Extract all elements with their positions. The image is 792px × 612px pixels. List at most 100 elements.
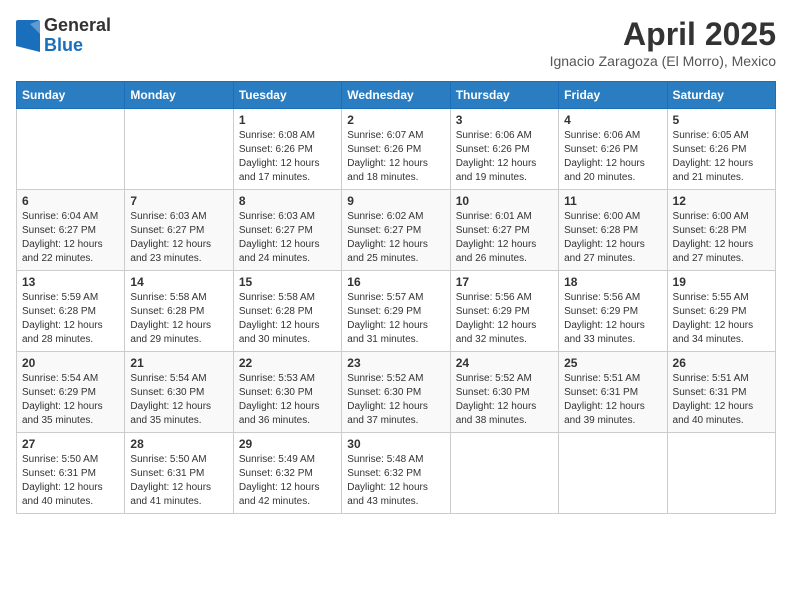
day-info: Sunrise: 5:50 AMSunset: 6:31 PMDaylight:… xyxy=(22,453,119,509)
calendar-cell xyxy=(559,433,667,514)
logo: General Blue xyxy=(16,16,111,56)
day-number: 26 xyxy=(673,356,770,370)
day-number: 18 xyxy=(564,275,661,289)
calendar-cell: 1Sunrise: 6:08 AMSunset: 6:26 PMDaylight… xyxy=(233,109,341,190)
calendar-cell: 25 Sunrise: 5:51 AMSunset: 6:31 PMDayligh… xyxy=(559,352,667,433)
day-number: 7 xyxy=(130,194,227,208)
day-info: Sunrise: 6:06 AMSunset: 6:26 PMDaylight:… xyxy=(564,129,661,185)
day-number: 28 xyxy=(130,437,227,451)
day-number: 12 xyxy=(673,194,770,208)
weekday-header-sunday: Sunday xyxy=(17,82,125,109)
calendar-cell: 14 Sunrise: 5:58 AMSunset: 6:28 PMDayligh… xyxy=(125,271,233,352)
day-info: Sunrise: 5:48 AMSunset: 6:32 PMDaylight:… xyxy=(347,453,444,509)
day-number: 10 xyxy=(456,194,553,208)
day-info: Sunrise: 5:51 AMSunset: 6:31 PMDaylight:… xyxy=(673,372,770,428)
calendar-cell xyxy=(17,109,125,190)
calendar-cell: 26 Sunrise: 5:51 AMSunset: 6:31 PMDayligh… xyxy=(667,352,775,433)
day-number: 21 xyxy=(130,356,227,370)
calendar-cell: 20 Sunrise: 5:54 AMSunset: 6:29 PMDayligh… xyxy=(17,352,125,433)
calendar-cell: 19 Sunrise: 5:55 AMSunset: 6:29 PMDayligh… xyxy=(667,271,775,352)
weekday-header-friday: Friday xyxy=(559,82,667,109)
calendar-cell: 18Sunrise: 5:56 AMSunset: 6:29 PMDayligh… xyxy=(559,271,667,352)
calendar-cell: 23 Sunrise: 5:52 AMSunset: 6:30 PMDayligh… xyxy=(342,352,450,433)
day-number: 29 xyxy=(239,437,336,451)
calendar-cell: 6 Sunrise: 6:04 AMSunset: 6:27 PMDaylight… xyxy=(17,190,125,271)
calendar-cell: 10 Sunrise: 6:01 AMSunset: 6:27 PMDayligh… xyxy=(450,190,558,271)
title-block: April 2025 Ignacio Zaragoza (El Morro), … xyxy=(550,16,776,69)
calendar-cell: 7 Sunrise: 6:03 AMSunset: 6:27 PMDaylight… xyxy=(125,190,233,271)
calendar-cell: 24Sunrise: 5:52 AMSunset: 6:30 PMDayligh… xyxy=(450,352,558,433)
day-number: 22 xyxy=(239,356,336,370)
calendar-cell xyxy=(667,433,775,514)
calendar-cell: 4Sunrise: 6:06 AMSunset: 6:26 PMDaylight… xyxy=(559,109,667,190)
day-number: 30 xyxy=(347,437,444,451)
day-info: Sunrise: 5:51 AMSunset: 6:31 PMDaylight:… xyxy=(564,372,661,428)
calendar-week-4: 20 Sunrise: 5:54 AMSunset: 6:29 PMDayligh… xyxy=(17,352,776,433)
day-number: 25 xyxy=(564,356,661,370)
calendar-cell: 28Sunrise: 5:50 AMSunset: 6:31 PMDayligh… xyxy=(125,433,233,514)
calendar: SundayMondayTuesdayWednesdayThursdayFrid… xyxy=(16,81,776,514)
calendar-week-3: 13Sunrise: 5:59 AMSunset: 6:28 PMDayligh… xyxy=(17,271,776,352)
day-info: Sunrise: 6:08 AMSunset: 6:26 PMDaylight:… xyxy=(239,129,336,185)
day-number: 15 xyxy=(239,275,336,289)
day-number: 9 xyxy=(347,194,444,208)
day-info: Sunrise: 5:54 AMSunset: 6:29 PMDaylight:… xyxy=(22,372,119,428)
day-info: Sunrise: 6:00 AMSunset: 6:28 PMDaylight:… xyxy=(673,210,770,266)
day-number: 6 xyxy=(22,194,119,208)
calendar-cell: 22 Sunrise: 5:53 AMSunset: 6:30 PMDayligh… xyxy=(233,352,341,433)
calendar-cell: 16 Sunrise: 5:57 AMSunset: 6:29 PMDayligh… xyxy=(342,271,450,352)
day-number: 3 xyxy=(456,113,553,127)
day-info: Sunrise: 6:02 AMSunset: 6:27 PMDaylight:… xyxy=(347,210,444,266)
day-number: 8 xyxy=(239,194,336,208)
day-number: 2 xyxy=(347,113,444,127)
day-info: Sunrise: 5:58 AMSunset: 6:28 PMDaylight:… xyxy=(130,291,227,347)
day-info: Sunrise: 5:56 AMSunset: 6:29 PMDaylight:… xyxy=(456,291,553,347)
location: Ignacio Zaragoza (El Morro), Mexico xyxy=(550,53,776,69)
day-number: 23 xyxy=(347,356,444,370)
calendar-cell: 9 Sunrise: 6:02 AMSunset: 6:27 PMDaylight… xyxy=(342,190,450,271)
day-info: Sunrise: 6:03 AMSunset: 6:27 PMDaylight:… xyxy=(239,210,336,266)
day-info: Sunrise: 5:53 AMSunset: 6:30 PMDaylight:… xyxy=(239,372,336,428)
calendar-cell: 29Sunrise: 5:49 AMSunset: 6:32 PMDayligh… xyxy=(233,433,341,514)
day-number: 17 xyxy=(456,275,553,289)
calendar-week-5: 27 Sunrise: 5:50 AMSunset: 6:31 PMDayligh… xyxy=(17,433,776,514)
calendar-cell: 30 Sunrise: 5:48 AMSunset: 6:32 PMDayligh… xyxy=(342,433,450,514)
day-info: Sunrise: 5:55 AMSunset: 6:29 PMDaylight:… xyxy=(673,291,770,347)
logo-text: General Blue xyxy=(44,16,111,56)
calendar-cell xyxy=(125,109,233,190)
calendar-cell: 13Sunrise: 5:59 AMSunset: 6:28 PMDayligh… xyxy=(17,271,125,352)
calendar-cell: 21 Sunrise: 5:54 AMSunset: 6:30 PMDayligh… xyxy=(125,352,233,433)
weekday-header-row: SundayMondayTuesdayWednesdayThursdayFrid… xyxy=(17,82,776,109)
day-number: 20 xyxy=(22,356,119,370)
month-title: April 2025 xyxy=(550,16,776,53)
day-number: 16 xyxy=(347,275,444,289)
calendar-cell: 17 Sunrise: 5:56 AMSunset: 6:29 PMDayligh… xyxy=(450,271,558,352)
day-number: 27 xyxy=(22,437,119,451)
calendar-cell xyxy=(450,433,558,514)
day-number: 19 xyxy=(673,275,770,289)
day-info: Sunrise: 6:01 AMSunset: 6:27 PMDaylight:… xyxy=(456,210,553,266)
calendar-cell: 11 Sunrise: 6:00 AMSunset: 6:28 PMDayligh… xyxy=(559,190,667,271)
calendar-cell: 8 Sunrise: 6:03 AMSunset: 6:27 PMDaylight… xyxy=(233,190,341,271)
day-info: Sunrise: 5:52 AMSunset: 6:30 PMDaylight:… xyxy=(347,372,444,428)
day-info: Sunrise: 6:03 AMSunset: 6:27 PMDaylight:… xyxy=(130,210,227,266)
day-info: Sunrise: 6:00 AMSunset: 6:28 PMDaylight:… xyxy=(564,210,661,266)
calendar-cell: 3Sunrise: 6:06 AMSunset: 6:26 PMDaylight… xyxy=(450,109,558,190)
logo-blue: Blue xyxy=(44,36,111,56)
calendar-week-2: 6 Sunrise: 6:04 AMSunset: 6:27 PMDaylight… xyxy=(17,190,776,271)
weekday-header-monday: Monday xyxy=(125,82,233,109)
page-header: General Blue April 2025 Ignacio Zaragoza… xyxy=(16,16,776,69)
day-number: 14 xyxy=(130,275,227,289)
calendar-cell: 5Sunrise: 6:05 AMSunset: 6:26 PMDaylight… xyxy=(667,109,775,190)
calendar-week-1: 1Sunrise: 6:08 AMSunset: 6:26 PMDaylight… xyxy=(17,109,776,190)
calendar-cell: 27 Sunrise: 5:50 AMSunset: 6:31 PMDayligh… xyxy=(17,433,125,514)
day-number: 11 xyxy=(564,194,661,208)
calendar-cell: 12 Sunrise: 6:00 AMSunset: 6:28 PMDayligh… xyxy=(667,190,775,271)
day-info: Sunrise: 6:07 AMSunset: 6:26 PMDaylight:… xyxy=(347,129,444,185)
day-info: Sunrise: 5:52 AMSunset: 6:30 PMDaylight:… xyxy=(456,372,553,428)
day-info: Sunrise: 6:04 AMSunset: 6:27 PMDaylight:… xyxy=(22,210,119,266)
weekday-header-saturday: Saturday xyxy=(667,82,775,109)
day-info: Sunrise: 5:57 AMSunset: 6:29 PMDaylight:… xyxy=(347,291,444,347)
day-info: Sunrise: 5:54 AMSunset: 6:30 PMDaylight:… xyxy=(130,372,227,428)
day-info: Sunrise: 6:05 AMSunset: 6:26 PMDaylight:… xyxy=(673,129,770,185)
